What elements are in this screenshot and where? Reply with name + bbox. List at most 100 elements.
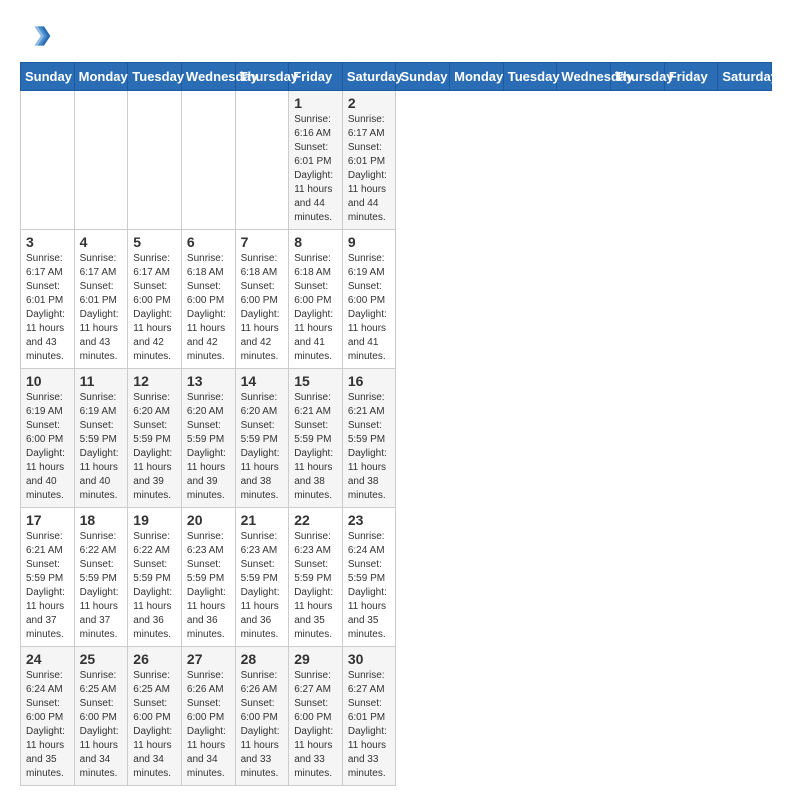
day-info: Sunrise: 6:27 AM Sunset: 6:01 PM Dayligh… — [348, 669, 391, 781]
logo — [20, 20, 56, 52]
calendar-cell — [235, 91, 289, 230]
calendar-week-2: 3 Sunrise: 6:17 AM Sunset: 6:01 PM Daylig… — [21, 230, 772, 369]
day-info: Sunrise: 6:21 AM Sunset: 5:59 PM Dayligh… — [294, 391, 337, 503]
calendar-cell: 13 Sunrise: 6:20 AM Sunset: 5:59 PM Dayli… — [181, 369, 235, 508]
calendar-cell: 1 Sunrise: 6:16 AM Sunset: 6:01 PM Daylig… — [289, 91, 343, 230]
header-tuesday: Tuesday — [503, 63, 557, 91]
day-number: 22 — [294, 512, 337, 528]
calendar-cell: 11Sunrise: 6:19 AM Sunset: 5:59 PM Dayli… — [74, 369, 128, 508]
day-info: Sunrise: 6:23 AM Sunset: 5:59 PM Dayligh… — [241, 530, 284, 642]
day-info: Sunrise: 6:21 AM Sunset: 5:59 PM Dayligh… — [26, 530, 69, 642]
day-number: 26 — [133, 651, 176, 667]
header-monday: Monday — [74, 63, 128, 91]
day-info: Sunrise: 6:23 AM Sunset: 5:59 PM Dayligh… — [187, 530, 230, 642]
day-info: Sunrise: 6:26 AM Sunset: 6:00 PM Dayligh… — [187, 669, 230, 781]
day-info: Sunrise: 6:18 AM Sunset: 6:00 PM Dayligh… — [294, 252, 337, 364]
calendar-cell: 21 Sunrise: 6:23 AM Sunset: 5:59 PM Dayli… — [235, 508, 289, 647]
day-info: Sunrise: 6:20 AM Sunset: 5:59 PM Dayligh… — [187, 391, 230, 503]
day-number: 23 — [348, 512, 391, 528]
header-friday: Friday — [289, 63, 343, 91]
day-number: 8 — [294, 234, 337, 250]
day-info: Sunrise: 6:17 AM Sunset: 6:01 PM Dayligh… — [348, 113, 391, 225]
calendar-cell: 25Sunrise: 6:25 AM Sunset: 6:00 PM Dayli… — [74, 647, 128, 786]
calendar-cell: 9 Sunrise: 6:19 AM Sunset: 6:00 PM Daylig… — [342, 230, 396, 369]
logo-icon — [20, 20, 52, 52]
calendar-cell: 23 Sunrise: 6:24 AM Sunset: 5:59 PM Dayli… — [342, 508, 396, 647]
calendar-week-1: 1 Sunrise: 6:16 AM Sunset: 6:01 PM Daylig… — [21, 91, 772, 230]
header-friday: Friday — [664, 63, 718, 91]
day-info: Sunrise: 6:19 AM Sunset: 6:00 PM Dayligh… — [348, 252, 391, 364]
calendar-table: SundayMondayTuesdayWednesdayThursdayFrid… — [20, 62, 772, 786]
day-number: 4 — [80, 234, 123, 250]
calendar-cell — [21, 91, 75, 230]
header-sunday: Sunday — [396, 63, 450, 91]
day-number: 5 — [133, 234, 176, 250]
day-number: 25 — [80, 651, 123, 667]
calendar-cell: 28Sunrise: 6:26 AM Sunset: 6:00 PM Dayli… — [235, 647, 289, 786]
day-number: 19 — [133, 512, 176, 528]
day-info: Sunrise: 6:25 AM Sunset: 6:00 PM Dayligh… — [133, 669, 176, 781]
calendar-cell: 20Sunrise: 6:23 AM Sunset: 5:59 PM Dayli… — [181, 508, 235, 647]
day-info: Sunrise: 6:16 AM Sunset: 6:01 PM Dayligh… — [294, 113, 337, 225]
calendar-cell: 14Sunrise: 6:20 AM Sunset: 5:59 PM Dayli… — [235, 369, 289, 508]
header-thursday: Thursday — [611, 63, 665, 91]
header-saturday: Saturday — [718, 63, 772, 91]
calendar-cell — [128, 91, 182, 230]
calendar-cell: 19 Sunrise: 6:22 AM Sunset: 5:59 PM Dayli… — [128, 508, 182, 647]
header-wednesday: Wednesday — [181, 63, 235, 91]
header-saturday: Saturday — [342, 63, 396, 91]
calendar-cell: 4 Sunrise: 6:17 AM Sunset: 6:01 PM Daylig… — [74, 230, 128, 369]
calendar-cell: 3 Sunrise: 6:17 AM Sunset: 6:01 PM Daylig… — [21, 230, 75, 369]
calendar-cell: 26 Sunrise: 6:25 AM Sunset: 6:00 PM Dayli… — [128, 647, 182, 786]
day-number: 16 — [348, 373, 391, 389]
day-info: Sunrise: 6:23 AM Sunset: 5:59 PM Dayligh… — [294, 530, 337, 642]
day-info: Sunrise: 6:18 AM Sunset: 6:00 PM Dayligh… — [187, 252, 230, 364]
calendar-cell: 17 Sunrise: 6:21 AM Sunset: 5:59 PM Dayli… — [21, 508, 75, 647]
calendar-cell: 27 Sunrise: 6:26 AM Sunset: 6:00 PM Dayli… — [181, 647, 235, 786]
day-info: Sunrise: 6:19 AM Sunset: 5:59 PM Dayligh… — [80, 391, 123, 503]
day-number: 9 — [348, 234, 391, 250]
day-number: 1 — [294, 95, 337, 111]
calendar-cell: 30 Sunrise: 6:27 AM Sunset: 6:01 PM Dayli… — [342, 647, 396, 786]
calendar-cell: 5 Sunrise: 6:17 AM Sunset: 6:00 PM Daylig… — [128, 230, 182, 369]
day-info: Sunrise: 6:17 AM Sunset: 6:01 PM Dayligh… — [80, 252, 123, 364]
calendar-header-row: SundayMondayTuesdayWednesdayThursdayFrid… — [21, 63, 772, 91]
day-info: Sunrise: 6:26 AM Sunset: 6:00 PM Dayligh… — [241, 669, 284, 781]
day-number: 12 — [133, 373, 176, 389]
day-info: Sunrise: 6:18 AM Sunset: 6:00 PM Dayligh… — [241, 252, 284, 364]
day-number: 18 — [80, 512, 123, 528]
day-number: 2 — [348, 95, 391, 111]
day-number: 13 — [187, 373, 230, 389]
page-header — [20, 20, 772, 52]
day-info: Sunrise: 6:24 AM Sunset: 6:00 PM Dayligh… — [26, 669, 69, 781]
calendar-cell — [74, 91, 128, 230]
day-number: 21 — [241, 512, 284, 528]
day-number: 6 — [187, 234, 230, 250]
day-number: 3 — [26, 234, 69, 250]
day-info: Sunrise: 6:20 AM Sunset: 5:59 PM Dayligh… — [133, 391, 176, 503]
header-tuesday: Tuesday — [128, 63, 182, 91]
calendar-cell: 8 Sunrise: 6:18 AM Sunset: 6:00 PM Daylig… — [289, 230, 343, 369]
day-info: Sunrise: 6:24 AM Sunset: 5:59 PM Dayligh… — [348, 530, 391, 642]
day-info: Sunrise: 6:17 AM Sunset: 6:00 PM Dayligh… — [133, 252, 176, 364]
calendar-cell: 29 Sunrise: 6:27 AM Sunset: 6:00 PM Dayli… — [289, 647, 343, 786]
header-sunday: Sunday — [21, 63, 75, 91]
calendar-cell: 10Sunrise: 6:19 AM Sunset: 6:00 PM Dayli… — [21, 369, 75, 508]
calendar-cell: 6 Sunrise: 6:18 AM Sunset: 6:00 PM Daylig… — [181, 230, 235, 369]
day-number: 30 — [348, 651, 391, 667]
calendar-cell — [181, 91, 235, 230]
header-thursday: Thursday — [235, 63, 289, 91]
header-wednesday: Wednesday — [557, 63, 611, 91]
calendar-week-3: 10Sunrise: 6:19 AM Sunset: 6:00 PM Dayli… — [21, 369, 772, 508]
header-monday: Monday — [450, 63, 504, 91]
day-info: Sunrise: 6:22 AM Sunset: 5:59 PM Dayligh… — [133, 530, 176, 642]
day-number: 29 — [294, 651, 337, 667]
day-number: 24 — [26, 651, 69, 667]
day-info: Sunrise: 6:27 AM Sunset: 6:00 PM Dayligh… — [294, 669, 337, 781]
day-info: Sunrise: 6:17 AM Sunset: 6:01 PM Dayligh… — [26, 252, 69, 364]
day-number: 17 — [26, 512, 69, 528]
calendar-cell: 16Sunrise: 6:21 AM Sunset: 5:59 PM Dayli… — [342, 369, 396, 508]
day-number: 27 — [187, 651, 230, 667]
calendar-cell: 18Sunrise: 6:22 AM Sunset: 5:59 PM Dayli… — [74, 508, 128, 647]
calendar-week-4: 17 Sunrise: 6:21 AM Sunset: 5:59 PM Dayli… — [21, 508, 772, 647]
